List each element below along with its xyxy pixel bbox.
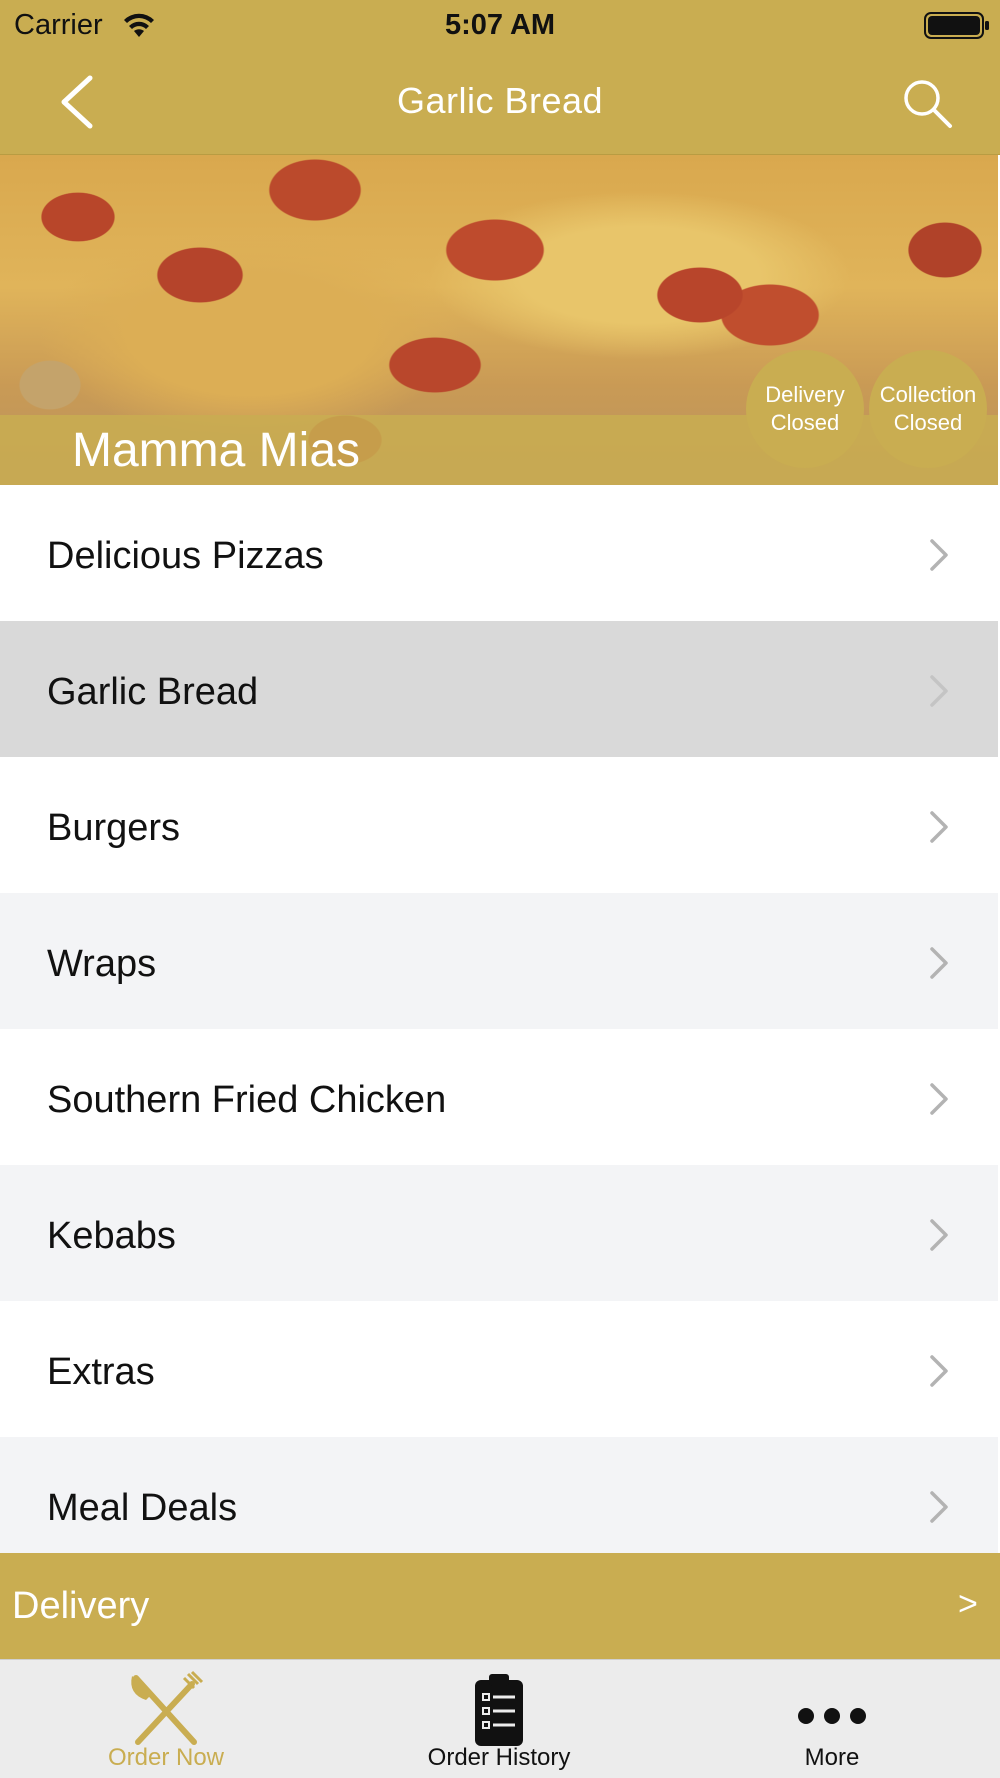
delivery-order-bar[interactable]: Delivery > [0, 1553, 1000, 1659]
chevron-right-icon [930, 539, 948, 571]
order-bar-arrow-icon: > [958, 1585, 978, 1623]
status-bar: Carrier 5:07 AM [0, 0, 1000, 50]
menu-category-list: Delicious Pizzas Garlic Bread Burgers Wr… [0, 485, 998, 1573]
hero-banner: Mamma Mias Delivery Closed Collection Cl… [0, 155, 998, 485]
menu-item-label: Wraps [47, 943, 157, 985]
more-dots-icon [798, 1708, 866, 1724]
menu-item-label: Southern Fried Chicken [47, 1079, 447, 1121]
menu-item-southern-fried-chicken[interactable]: Southern Fried Chicken [0, 1029, 998, 1165]
chevron-right-icon [930, 1355, 948, 1387]
chevron-right-icon [930, 1083, 948, 1115]
fork-knife-icon [131, 1670, 204, 1745]
menu-item-label: Meal Deals [47, 1487, 238, 1529]
menu-item-extras[interactable]: Extras [0, 1301, 998, 1437]
tab-more[interactable]: More [712, 1660, 952, 1778]
chevron-right-icon [930, 1219, 948, 1251]
tab-order-history-label: Order History [427, 1744, 571, 1771]
order-type-label: Delivery [12, 1585, 150, 1627]
tab-order-history[interactable]: Order History [379, 1660, 619, 1778]
tab-order-now[interactable]: Order Now [46, 1660, 286, 1778]
tab-order-now-label: Order Now [107, 1744, 225, 1771]
tab-more-label: More [804, 1744, 860, 1771]
delivery-status-line1: Delivery [765, 382, 845, 407]
clock: 5:07 AM [444, 9, 556, 41]
restaurant-name: Mamma Mias [72, 424, 361, 477]
tab-bar: Order Now Order History More [0, 1659, 1000, 1778]
delivery-status-badge: Delivery Closed [746, 350, 864, 468]
chevron-right-icon [930, 947, 948, 979]
clipboard-icon [475, 1674, 523, 1746]
page-title: Garlic Bread [396, 80, 604, 121]
menu-item-label: Garlic Bread [47, 671, 259, 713]
menu-item-label: Extras [47, 1351, 155, 1393]
collection-status-line2: Closed [893, 410, 963, 435]
battery-icon [924, 12, 989, 39]
collection-status-line1: Collection [879, 382, 977, 407]
menu-item-garlic-bread[interactable]: Garlic Bread [0, 621, 998, 757]
menu-item-wraps[interactable]: Wraps [0, 893, 998, 1029]
menu-item-kebabs[interactable]: Kebabs [0, 1165, 998, 1301]
menu-item-burgers[interactable]: Burgers [0, 757, 998, 893]
menu-item-label: Kebabs [47, 1215, 176, 1257]
menu-item-label: Delicious Pizzas [47, 535, 324, 577]
chevron-right-icon [930, 811, 948, 843]
menu-item-delicious-pizzas[interactable]: Delicious Pizzas [0, 485, 998, 621]
search-icon[interactable] [900, 76, 956, 132]
navigation-bar: Garlic Bread [0, 50, 1000, 155]
collection-status-badge: Collection Closed [869, 350, 987, 468]
chevron-right-icon [930, 1491, 948, 1523]
menu-item-label: Burgers [47, 807, 181, 849]
delivery-status-line2: Closed [770, 410, 840, 435]
chevron-right-icon [930, 675, 948, 707]
